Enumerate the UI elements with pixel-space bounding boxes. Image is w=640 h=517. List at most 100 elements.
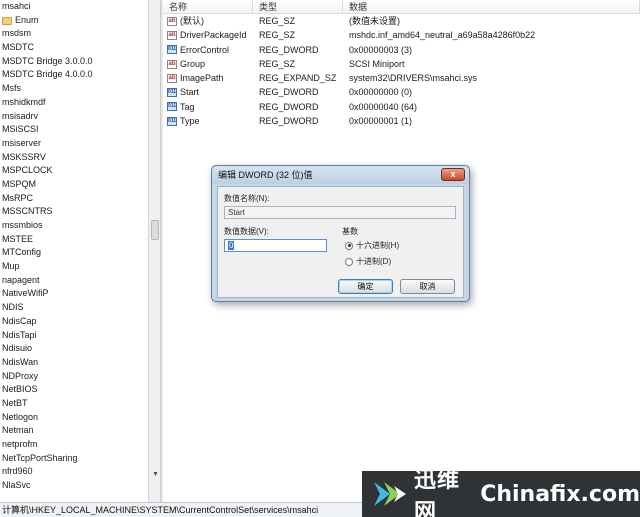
tree-item[interactable]: NetBT: [0, 397, 148, 411]
values-list-header: 名称 类型 数据: [163, 0, 640, 14]
watermark-logo-icon: [370, 478, 412, 510]
tree-item[interactable]: msdsm: [0, 27, 148, 41]
tree-item[interactable]: NlaSvc: [0, 479, 148, 493]
value-row[interactable]: 011 Tag REG_DWORD 0x00000040 (64): [163, 100, 640, 114]
tree-item[interactable]: Mup: [0, 260, 148, 274]
value-row[interactable]: 011 Type REG_DWORD 0x00000001 (1): [163, 114, 640, 128]
value-type-cell: REG_SZ: [259, 30, 296, 41]
hex-radio-dot: [345, 241, 353, 250]
tree-item[interactable]: MSPQM: [0, 178, 148, 192]
value-name: ErrorControl: [180, 44, 230, 55]
tree-scrollbar[interactable]: ▼: [148, 0, 160, 502]
value-row[interactable]: ab (默认) REG_SZ (数值未设置): [163, 14, 640, 28]
tree-item[interactable]: NetTcpPortSharing: [0, 452, 148, 466]
value-name: ImagePath: [180, 73, 224, 84]
tree-item-label: NetTcpPortSharing: [2, 452, 78, 463]
value-row[interactable]: ab ImagePath REG_EXPAND_SZ system32\DRIVERS…: [163, 71, 640, 85]
tree-item[interactable]: MSKSSRV: [0, 151, 148, 165]
tree-item[interactable]: MTConfig: [0, 246, 148, 260]
scroll-down-icon[interactable]: ▼: [152, 471, 159, 478]
tree-item[interactable]: NdisTapi: [0, 329, 148, 343]
tree-item-label: NdisCap: [2, 315, 37, 326]
tree-item-label: NDIS: [2, 302, 24, 313]
value-row[interactable]: ab DriverPackageId REG_SZ mshdc.inf_amd64_n…: [163, 28, 640, 42]
tree-item[interactable]: nfrd960: [0, 465, 148, 479]
string-value-icon: ab: [167, 16, 177, 26]
column-header-type[interactable]: 类型: [253, 0, 343, 13]
tree-item-label: NetBIOS: [2, 384, 38, 395]
value-data-cell: 0x00000040 (64): [349, 101, 418, 112]
dialog-body: 数值名称(N): Start 数值数据(V): 0 基数 十六进制(H) 十进制…: [217, 186, 464, 298]
tree-item[interactable]: NDProxy: [0, 370, 148, 384]
tree-item-label: MSPCLOCK: [2, 165, 53, 176]
tree-item[interactable]: msiserver: [0, 137, 148, 151]
tree-item[interactable]: msisadrv: [0, 110, 148, 124]
value-name-field[interactable]: Start: [224, 206, 456, 219]
value-row[interactable]: 011 Start REG_DWORD 0x00000000 (0): [163, 85, 640, 99]
tree-item[interactable]: MSDTC Bridge 3.0.0.0: [0, 55, 148, 69]
column-header-data[interactable]: 数据: [343, 0, 640, 13]
tree-item-label: msiserver: [2, 137, 42, 148]
binary-value-icon: 011: [167, 88, 177, 98]
value-data-cell: mshdc.inf_amd64_neutral_a69a58a4286f0b22: [349, 30, 536, 41]
watermark: 迅维网 Chinafix.com: [362, 467, 640, 517]
dec-radio[interactable]: 十进制(D): [345, 256, 391, 267]
value-data-cell: (数值未设置): [349, 16, 400, 26]
tree-item-label: Msfs: [2, 83, 21, 94]
tree-item[interactable]: MSDTC Bridge 4.0.0.0: [0, 68, 148, 82]
value-row[interactable]: 011 ErrorControl REG_DWORD 0x00000003 (3): [163, 43, 640, 57]
tree-item-label: MSSCNTRS: [2, 206, 53, 217]
watermark-brand-cn: 迅维网: [414, 467, 461, 517]
tree-item[interactable]: msahci: [0, 0, 148, 14]
tree-item[interactable]: MSiSCSI: [0, 123, 148, 137]
tree-item-label: mssmbios: [2, 220, 43, 230]
registry-key-tree[interactable]: msahci Enum msdsm MSDTC MSDTC Bridge 3.0.0.0…: [0, 0, 148, 502]
column-header-name[interactable]: 名称: [163, 0, 253, 13]
value-type-cell: REG_SZ: [259, 16, 296, 26]
value-row[interactable]: ab Group REG_SZ SCSI Miniport: [163, 57, 640, 71]
tree-item[interactable]: mssmbios: [0, 219, 148, 233]
tree-item[interactable]: MsRPC: [0, 192, 148, 206]
value-data-input[interactable]: 0: [224, 239, 327, 252]
value-name-cell: 011 Type: [163, 114, 253, 128]
tree-item[interactable]: netprofm: [0, 438, 148, 452]
tree-item-label: Netlogon: [2, 411, 39, 422]
value-data-text: 0: [228, 241, 235, 250]
tree-item[interactable]: Netman: [0, 424, 148, 438]
value-type-cell: REG_DWORD: [259, 87, 319, 98]
tree-item[interactable]: MSPCLOCK: [0, 164, 148, 178]
tree-item[interactable]: MSTEE: [0, 233, 148, 247]
base-group-label: 基数: [342, 227, 358, 236]
value-type-cell: REG_DWORD: [259, 44, 319, 55]
tree-item-label: mshidkmdf: [2, 96, 46, 107]
cancel-button[interactable]: 取消: [400, 279, 455, 294]
tree-item[interactable]: Netlogon: [0, 411, 148, 425]
tree-item[interactable]: NdisWan: [0, 356, 148, 370]
dialog-titlebar[interactable]: 编辑 DWORD (32 位)值 x: [212, 166, 469, 184]
tree-item[interactable]: NativeWifiP: [0, 287, 148, 301]
tree-item-label: Enum: [15, 14, 39, 25]
tree-item[interactable]: MSSCNTRS: [0, 205, 148, 219]
tree-item[interactable]: mshidkmdf: [0, 96, 148, 110]
tree-item[interactable]: Msfs: [0, 82, 148, 96]
tree-item[interactable]: napagent: [0, 274, 148, 288]
tree-item[interactable]: Enum: [0, 14, 148, 28]
tree-item-label: netprofm: [2, 439, 38, 449]
tree-item-label: MSDTC Bridge 4.0.0.0: [2, 69, 93, 80]
ok-button[interactable]: 确定: [338, 279, 393, 294]
tree-item-label: NdisTapi: [2, 329, 37, 340]
tree-item-label: msahci: [2, 1, 31, 11]
value-data-cell: 0x00000001 (1): [349, 116, 413, 127]
value-name: Group: [180, 58, 206, 69]
tree-item[interactable]: NdisCap: [0, 315, 148, 329]
hex-radio[interactable]: 十六进制(H): [345, 240, 399, 251]
dialog-title: 编辑 DWORD (32 位)值: [218, 170, 313, 180]
tree-scrollbar-thumb[interactable]: [151, 220, 159, 240]
tree-item-label: NdisWan: [2, 356, 39, 367]
tree-item[interactable]: NetBIOS: [0, 383, 148, 397]
tree-item[interactable]: NDIS: [0, 301, 148, 315]
tree-item[interactable]: MSDTC: [0, 41, 148, 55]
close-button[interactable]: x: [441, 168, 465, 181]
tree-item[interactable]: Ndisuio: [0, 342, 148, 356]
tree-item-label: NlaSvc: [2, 480, 31, 491]
